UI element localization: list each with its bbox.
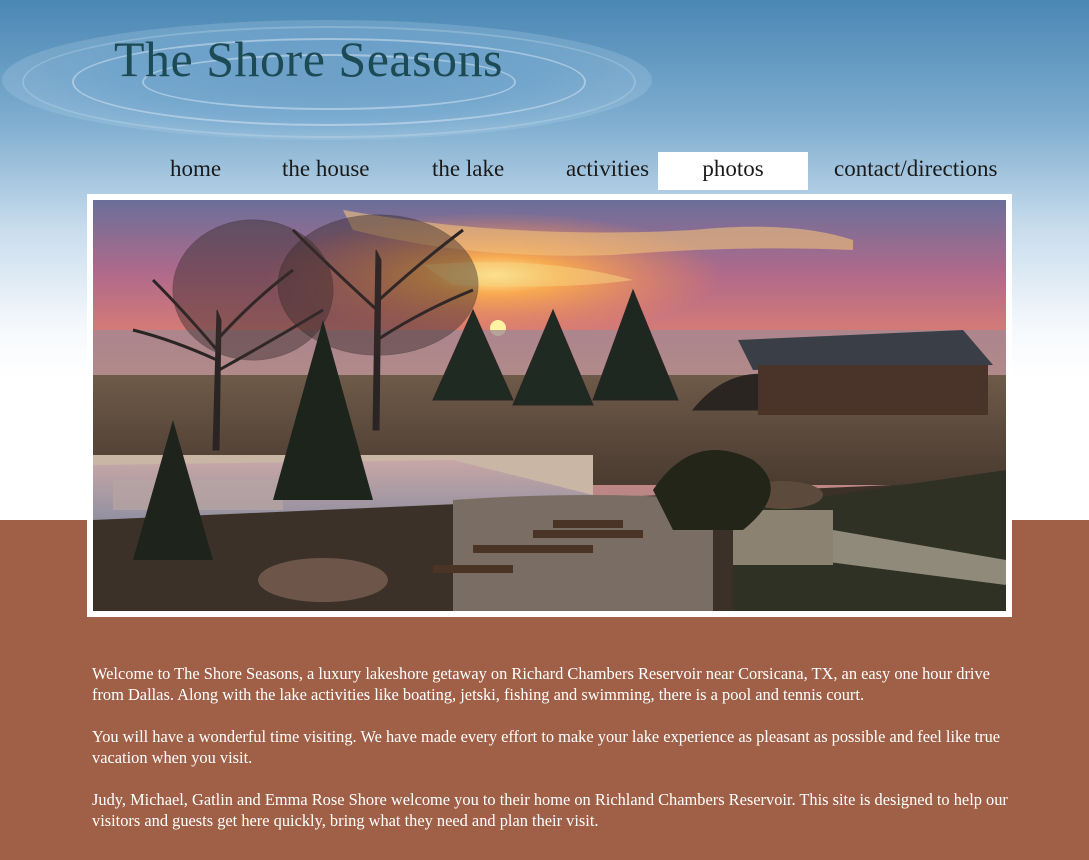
welcome-content: Welcome to The Shore Seasons, a luxury l… [92, 664, 1022, 853]
visit-paragraph: You will have a wonderful time visiting.… [92, 727, 1001, 767]
family-welcome-paragraph: Judy, Michael, Gatlin and Emma Rose Shor… [92, 790, 1008, 830]
nav-home[interactable]: home [170, 156, 221, 182]
nav-the-house[interactable]: the house [282, 156, 370, 182]
nav-contact-directions[interactable]: contact/directions [834, 156, 998, 182]
site-logo[interactable]: The Shore Seasons [114, 30, 503, 88]
nav-the-lake[interactable]: the lake [432, 156, 504, 182]
nav-photos[interactable]: photos [658, 152, 808, 190]
lakeshore-sunset-photo [93, 200, 1006, 611]
nav-activities[interactable]: activities [566, 156, 649, 182]
main-nav: home the house the lake activities photo… [0, 152, 1089, 194]
hero-photo-frame [87, 194, 1012, 617]
welcome-paragraph: Welcome to The Shore Seasons, a luxury l… [92, 664, 990, 704]
